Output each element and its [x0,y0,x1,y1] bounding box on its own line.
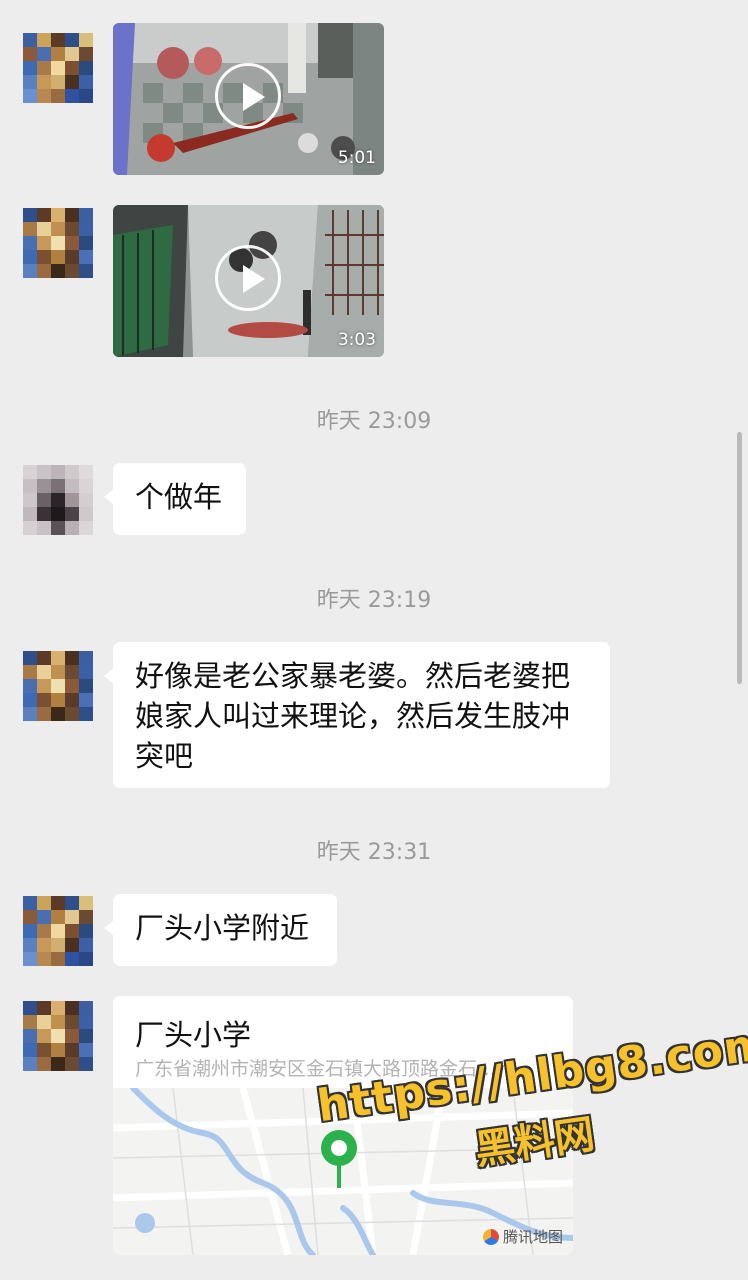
avatar[interactable] [23,1001,93,1071]
tencent-map-logo-icon [482,1228,499,1245]
message-text: 好像是老公家暴老婆。然后老婆把娘家人叫过来理论，然后发生肢冲突吧 [135,659,571,773]
avatar[interactable] [23,465,93,535]
text-message[interactable]: 个做年 [104,463,246,535]
message-text: 厂头小学附近 [135,911,310,945]
watermark-name: 黑料网 [472,1111,598,1174]
avatar[interactable] [23,208,93,278]
location-name: 厂头小学 [135,1018,252,1052]
play-icon[interactable] [215,245,281,311]
video-message[interactable]: 3:03 [113,205,384,357]
map-provider-label: 腾讯地图 [502,1228,563,1246]
message-text: 个做年 [135,480,223,514]
video-duration: 3:03 [337,330,376,350]
avatar[interactable] [23,33,93,103]
play-icon[interactable] [215,63,281,129]
avatar[interactable] [23,896,93,966]
video-duration: 5:01 [337,148,376,168]
timestamp: 昨天 23:09 [316,409,432,434]
timestamp: 昨天 23:31 [316,840,432,865]
video-message[interactable]: 5:01 [113,23,384,175]
map-provider-logo: 腾讯地图 [482,1226,563,1247]
text-message[interactable]: 好像是老公家暴老婆。然后老婆把娘家人叫过来理论，然后发生肢冲突吧 [104,642,610,788]
avatar[interactable] [23,651,93,721]
text-message[interactable]: 厂头小学附近 [104,894,337,966]
scrollbar[interactable] [737,432,742,684]
timestamp: 昨天 23:19 [316,588,432,613]
